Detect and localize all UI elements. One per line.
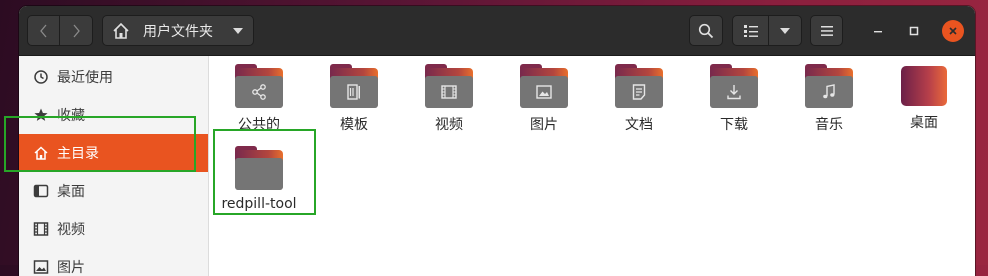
chevron-right-icon — [73, 24, 80, 37]
folder-templates[interactable]: 模板 — [309, 64, 399, 134]
path-button[interactable]: 用户文件夹 — [102, 15, 254, 46]
file-name: 图片 — [530, 117, 558, 133]
file-name: 文档 — [625, 117, 653, 133]
header-bar: 用户文件夹 — [19, 6, 975, 56]
close-icon — [949, 27, 957, 35]
folder-pictures[interactable]: 图片 — [499, 64, 589, 134]
folder-icon — [520, 64, 568, 108]
list-view-button[interactable] — [732, 15, 769, 46]
menu-button[interactable] — [810, 15, 843, 46]
folder-icon — [615, 64, 663, 108]
path-label: 用户文件夹 — [143, 23, 213, 40]
hamburger-icon — [820, 25, 833, 36]
view-options-button[interactable] — [768, 15, 802, 46]
highlight-box-home — [4, 116, 196, 172]
folder-icon — [805, 64, 853, 108]
sidebar-item-label: 图片 — [57, 260, 85, 276]
desktop-icon — [901, 66, 947, 106]
close-button[interactable] — [942, 20, 964, 42]
minimize-icon — [874, 31, 882, 33]
video-icon — [33, 221, 49, 237]
folder-icon — [330, 64, 378, 108]
folder-public[interactable]: 公共的 — [214, 64, 304, 134]
image-icon — [33, 259, 49, 275]
file-name: 音乐 — [815, 117, 843, 133]
folder-icon — [425, 64, 473, 108]
folder-desktop[interactable]: 桌面 — [879, 64, 969, 132]
caret-down-icon — [233, 27, 243, 34]
search-button[interactable] — [689, 15, 723, 46]
share-icon — [252, 84, 266, 100]
music-icon — [823, 84, 835, 99]
sidebar-item-label: 最近使用 — [57, 70, 113, 86]
caret-down-icon — [780, 27, 790, 34]
chevron-left-icon — [39, 24, 46, 37]
template-icon — [347, 84, 360, 100]
download-icon — [727, 85, 741, 100]
file-name: 模板 — [340, 117, 368, 133]
sidebar-item-pictures[interactable]: 图片 — [19, 248, 208, 276]
clock-icon — [33, 69, 49, 85]
minimize-button[interactable] — [867, 20, 889, 42]
sidebar-item-desktop[interactable]: 桌面 — [19, 172, 208, 210]
maximize-button[interactable] — [903, 20, 925, 42]
back-button[interactable] — [27, 15, 60, 46]
file-name: 视频 — [435, 117, 463, 133]
sidebar-item-label: 视频 — [57, 222, 85, 238]
folder-icon — [710, 64, 758, 108]
sidebar-item-recent[interactable]: 最近使用 — [19, 58, 208, 96]
home-icon — [113, 22, 129, 39]
file-name: 下载 — [720, 117, 748, 133]
highlight-box-redpill-tool — [213, 129, 316, 215]
sidebar-item-label: 桌面 — [57, 184, 85, 200]
maximize-icon — [909, 26, 919, 36]
video-icon — [441, 85, 457, 99]
file-name: 桌面 — [910, 115, 938, 131]
document-icon — [632, 84, 646, 100]
sidebar-item-videos[interactable]: 视频 — [19, 210, 208, 248]
search-icon — [698, 23, 714, 38]
folder-videos[interactable]: 视频 — [404, 64, 494, 134]
desktop-icon — [33, 183, 49, 199]
file-grid: 公共的 模板 视频 图片 文档 下载 音乐 桌面 redpill-tool — [209, 56, 975, 276]
folder-icon — [235, 64, 283, 108]
folder-documents[interactable]: 文档 — [594, 64, 684, 134]
folder-downloads[interactable]: 下载 — [689, 64, 779, 134]
list-view-icon — [743, 24, 758, 37]
image-icon — [536, 85, 552, 99]
forward-button[interactable] — [59, 15, 93, 46]
folder-music[interactable]: 音乐 — [784, 64, 874, 134]
